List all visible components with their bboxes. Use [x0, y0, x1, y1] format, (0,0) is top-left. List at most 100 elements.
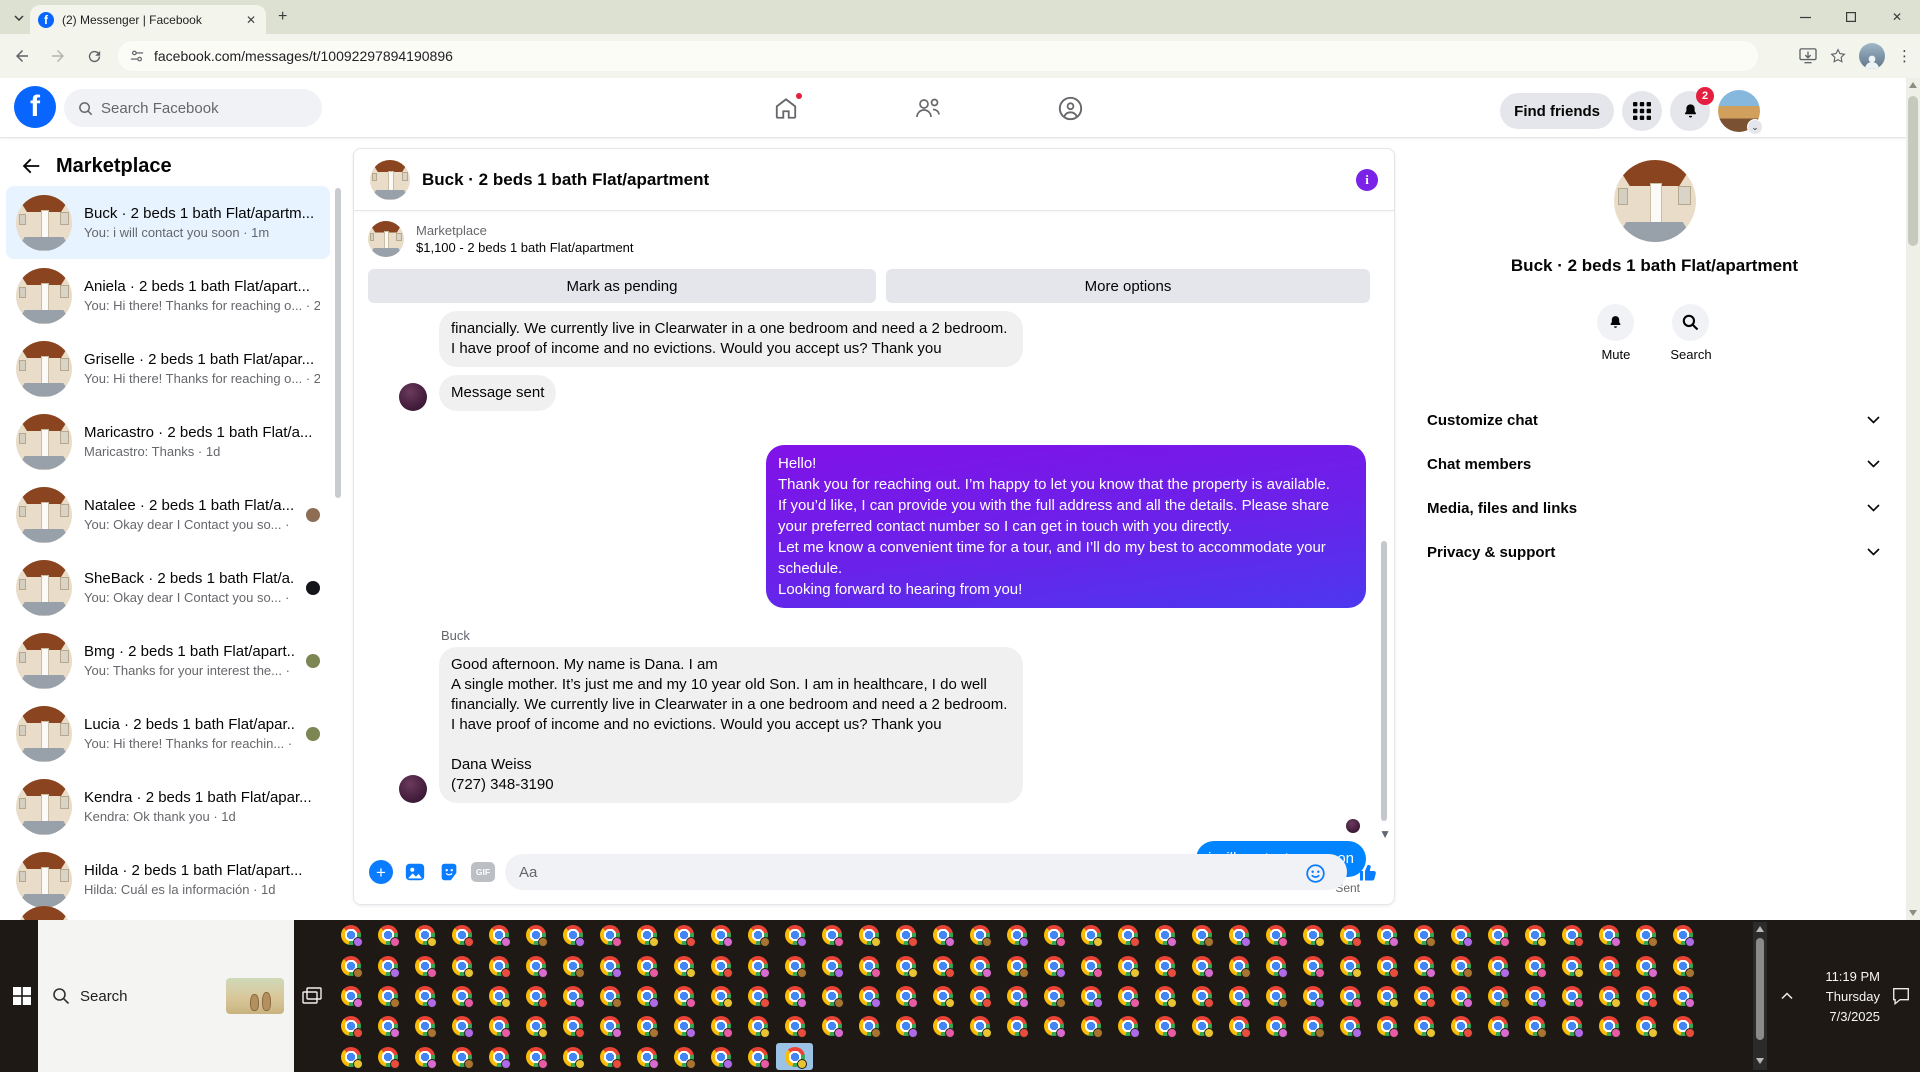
tab-close-icon[interactable]: ✕ — [244, 13, 258, 27]
mute-button[interactable]: Mute — [1597, 304, 1635, 362]
chrome-window-icon[interactable] — [1072, 950, 1109, 980]
chrome-window-icon[interactable] — [1368, 1011, 1405, 1041]
chrome-window-icon[interactable] — [665, 920, 702, 950]
chrome-window-icon[interactable] — [1109, 950, 1146, 980]
chrome-window-icon[interactable] — [517, 1042, 554, 1072]
chrome-window-icon[interactable] — [1183, 981, 1220, 1011]
find-friends-button[interactable]: Find friends — [1500, 93, 1614, 129]
chrome-window-icon[interactable] — [776, 1011, 813, 1041]
chrome-window-icon[interactable] — [517, 981, 554, 1011]
chrome-window-icon[interactable] — [887, 950, 924, 980]
chrome-window-icon[interactable] — [998, 981, 1035, 1011]
chrome-window-icon[interactable] — [1442, 981, 1479, 1011]
chrome-window-icon[interactable] — [1072, 1011, 1109, 1041]
chrome-window-icon[interactable] — [1220, 920, 1257, 950]
chrome-window-icon[interactable] — [924, 981, 961, 1011]
page-scrollbar-thumb[interactable] — [1908, 96, 1918, 246]
chrome-window-icon[interactable] — [369, 920, 406, 950]
chrome-window-icon[interactable] — [591, 981, 628, 1011]
chat-avatar[interactable] — [370, 159, 410, 200]
taskbar-scrollbar-thumb[interactable] — [1756, 938, 1764, 1040]
browser-menu-icon[interactable]: ⋮ — [1897, 47, 1912, 65]
chrome-window-icon[interactable] — [1590, 920, 1627, 950]
chrome-window-icon[interactable] — [998, 950, 1035, 980]
scroll-down-icon[interactable] — [1756, 1058, 1764, 1064]
chrome-window-icon[interactable] — [924, 950, 961, 980]
chrome-window-icon[interactable] — [1405, 981, 1442, 1011]
browser-tab[interactable]: f (2) Messenger | Facebook ✕ — [30, 5, 266, 34]
chrome-window-icon[interactable] — [591, 950, 628, 980]
conversation-item[interactable]: Kendra · 2 beds 1 bath Flat/apar... Kend… — [6, 770, 330, 843]
chrome-window-icon[interactable] — [813, 1011, 850, 1041]
chrome-window-icon[interactable] — [1146, 981, 1183, 1011]
bookmark-star-icon[interactable] — [1829, 47, 1847, 65]
chrome-window-icon[interactable] — [702, 920, 739, 950]
chrome-window-icon[interactable] — [1664, 950, 1701, 980]
chrome-window-icon[interactable] — [1479, 1011, 1516, 1041]
chrome-window-icon[interactable] — [1294, 920, 1331, 950]
chrome-window-icon[interactable] — [1183, 1011, 1220, 1041]
chrome-window-icon[interactable] — [776, 950, 813, 980]
chrome-window-icon[interactable] — [1109, 920, 1146, 950]
chrome-window-icon[interactable] — [813, 981, 850, 1011]
chrome-window-icon[interactable] — [369, 1042, 406, 1072]
chrome-window-icon[interactable] — [1257, 920, 1294, 950]
chrome-window-icon[interactable] — [1368, 920, 1405, 950]
chrome-window-icon[interactable] — [850, 920, 887, 950]
chrome-window-icon[interactable] — [1553, 920, 1590, 950]
url-bar[interactable]: facebook.com/messages/t/1009229789419089… — [118, 41, 1758, 71]
chat-scrollbar-thumb[interactable] — [1381, 541, 1387, 821]
chrome-window-icon[interactable] — [517, 1011, 554, 1041]
chrome-window-icon[interactable] — [1257, 1011, 1294, 1041]
chrome-window-icon[interactable] — [1590, 981, 1627, 1011]
chrome-window-icon[interactable] — [480, 950, 517, 980]
chrome-window-icon[interactable] — [1146, 1011, 1183, 1041]
chrome-window-icon[interactable] — [591, 920, 628, 950]
chrome-window-icon[interactable] — [665, 981, 702, 1011]
chrome-window-icon[interactable] — [1220, 1011, 1257, 1041]
chrome-window-icon[interactable] — [961, 1011, 998, 1041]
chrome-window-icon[interactable] — [1035, 920, 1072, 950]
taskbar-clock[interactable]: 11:19 PM Thursday 7/3/2025 — [1796, 967, 1880, 1027]
chrome-window-icon[interactable] — [1035, 1011, 1072, 1041]
chrome-window-icon[interactable] — [665, 1042, 702, 1072]
details-section-row[interactable]: Privacy & support — [1403, 530, 1906, 574]
chrome-window-icon[interactable] — [517, 950, 554, 980]
chrome-window-icon[interactable] — [369, 950, 406, 980]
chrome-window-icon[interactable] — [1294, 981, 1331, 1011]
chrome-window-icon[interactable] — [1035, 981, 1072, 1011]
chrome-window-icon[interactable] — [1072, 920, 1109, 950]
conversation-item[interactable]: Buck · 2 beds 1 bath Flat/apartm... You:… — [6, 186, 330, 259]
chrome-window-icon[interactable] — [887, 981, 924, 1011]
chrome-window-icon[interactable] — [1072, 981, 1109, 1011]
chrome-window-icon[interactable] — [443, 1042, 480, 1072]
groups-nav-icon[interactable] — [1054, 92, 1086, 124]
chrome-window-icon[interactable] — [850, 1011, 887, 1041]
chrome-window-icon[interactable] — [1553, 950, 1590, 980]
chrome-window-icon[interactable] — [739, 950, 776, 980]
chrome-window-icon[interactable] — [1664, 920, 1701, 950]
attach-plus-icon[interactable]: + — [369, 860, 393, 884]
tab-search-icon[interactable] — [8, 7, 29, 28]
chrome-window-icon[interactable] — [1220, 981, 1257, 1011]
scroll-down-icon[interactable]: ▼ — [1379, 827, 1391, 841]
chrome-window-icon[interactable] — [554, 1042, 591, 1072]
chrome-window-icon[interactable] — [332, 920, 369, 950]
chrome-window-icon[interactable] — [1627, 981, 1664, 1011]
conversation-item[interactable]: Maricastro · 2 beds 1 bath Flat/a... Mar… — [6, 405, 330, 478]
gif-icon[interactable]: GIF — [471, 862, 495, 882]
chrome-window-icon[interactable] — [1331, 950, 1368, 980]
chrome-window-icon[interactable] — [1220, 950, 1257, 980]
home-nav-icon[interactable] — [770, 91, 804, 124]
back-arrow-icon[interactable] — [20, 155, 42, 177]
chrome-window-icon[interactable] — [554, 1011, 591, 1041]
tray-expand-button[interactable] — [1776, 920, 1798, 1072]
chrome-window-icon[interactable] — [554, 950, 591, 980]
chrome-window-icon[interactable] — [1109, 1011, 1146, 1041]
conversation-item[interactable]: Bmg · 2 beds 1 bath Flat/apart... You: T… — [6, 624, 330, 697]
chrome-window-icon[interactable] — [480, 920, 517, 950]
chrome-window-icon[interactable] — [1331, 1011, 1368, 1041]
browser-profile-avatar[interactable] — [1859, 43, 1885, 69]
chrome-window-icon[interactable] — [1294, 950, 1331, 980]
conversation-item[interactable]: Aniela · 2 beds 1 bath Flat/apart... You… — [6, 259, 330, 332]
